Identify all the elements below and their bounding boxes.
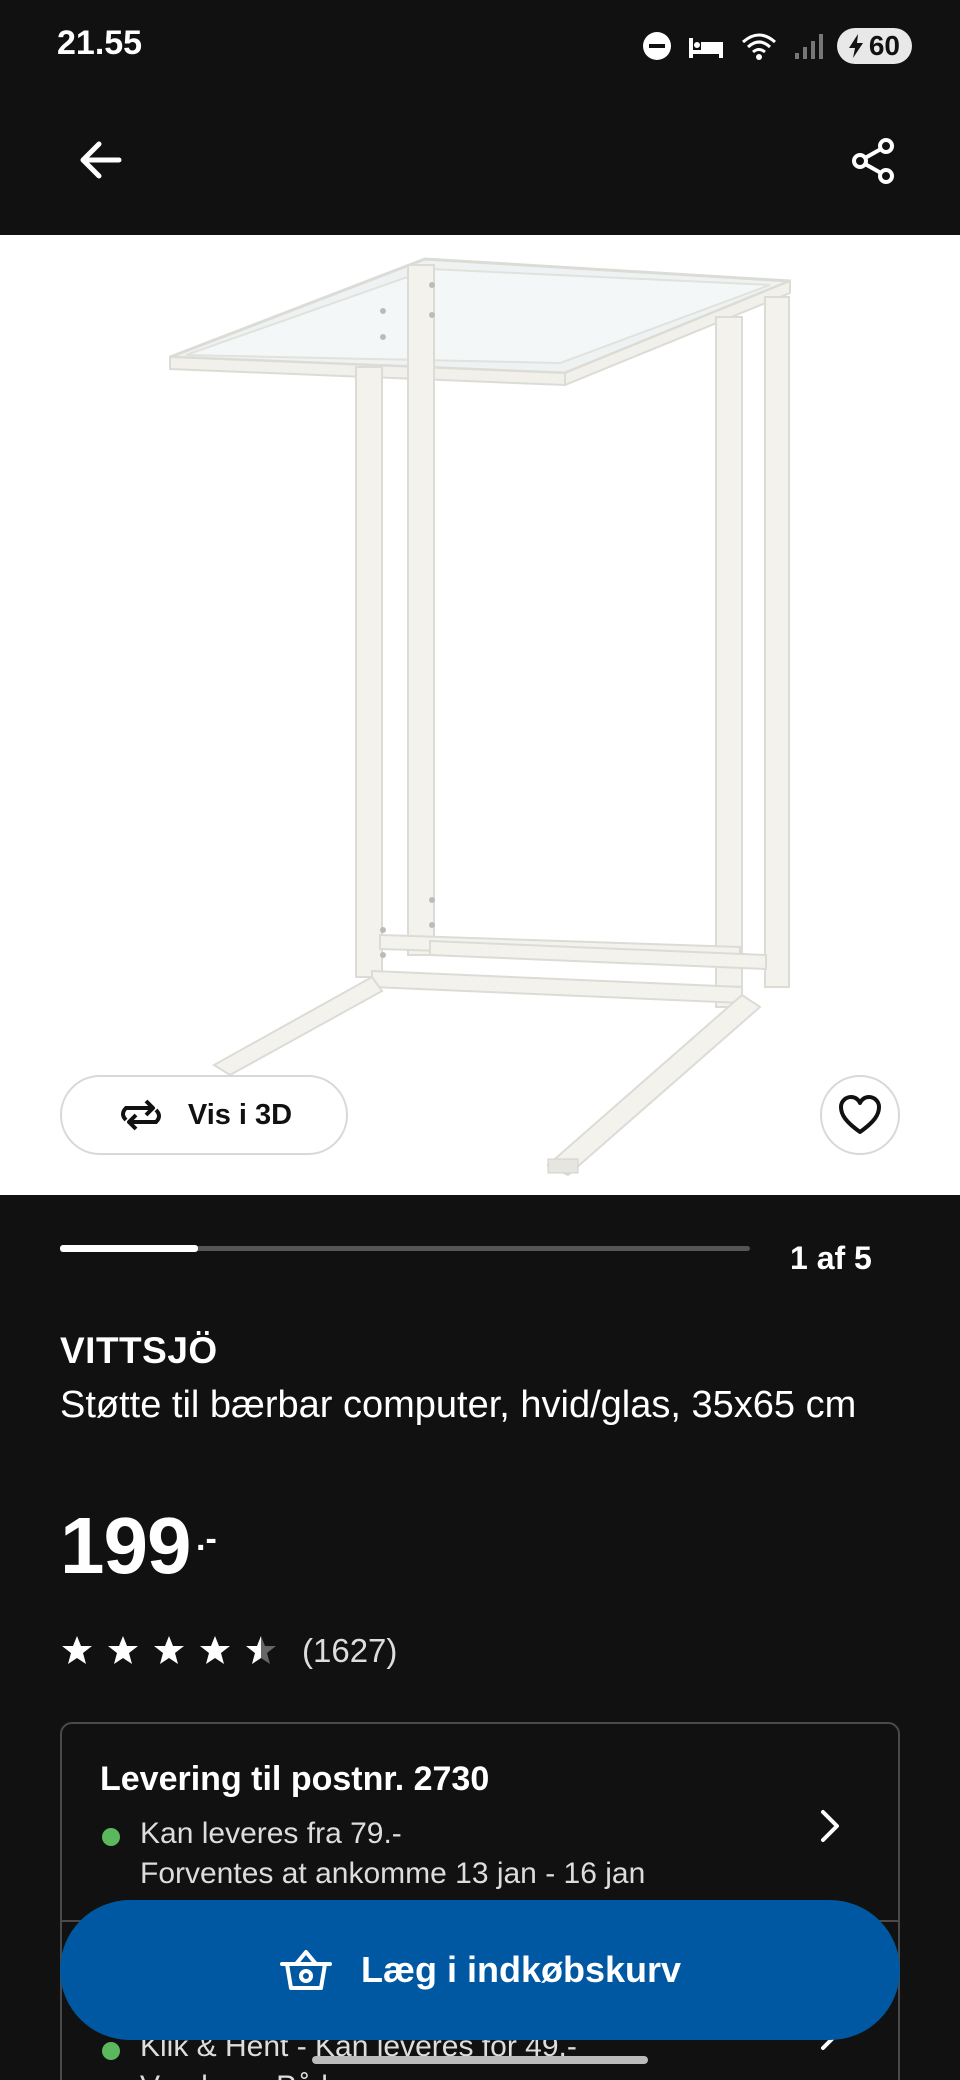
product-rating[interactable]: (1627) bbox=[60, 1632, 397, 1670]
sleep-icon bbox=[688, 38, 723, 58]
gallery-pager bbox=[60, 1245, 750, 1252]
battery-level: 60 bbox=[868, 30, 900, 61]
battery-charging-icon bbox=[848, 34, 863, 58]
share-icon bbox=[852, 138, 894, 184]
back-button[interactable] bbox=[68, 128, 132, 192]
store-stock-line: Varehus - På lager bbox=[140, 2070, 388, 2080]
chevron-right-icon bbox=[821, 1810, 839, 1842]
delivery-eta: Forventes at ankomme 13 jan - 16 jan bbox=[140, 1857, 646, 1890]
rotate-3d-icon bbox=[120, 1099, 161, 1131]
review-count: (1627) bbox=[302, 1632, 398, 1669]
delivery-title: Levering til postnr. 2730 bbox=[100, 1760, 490, 1798]
do-not-disturb-icon bbox=[642, 32, 671, 60]
app-bar bbox=[0, 90, 960, 235]
home-indicator[interactable] bbox=[312, 2056, 648, 2064]
product-price: 199 bbox=[60, 1501, 191, 1590]
product-name: VITTSJÖ bbox=[60, 1330, 218, 1371]
add-to-cart-label: Læg i indkøbskurv bbox=[360, 1949, 682, 1990]
star-icon bbox=[62, 1636, 92, 1664]
delivery-status-dot bbox=[102, 1828, 120, 1846]
gallery-pager-fill bbox=[60, 1245, 198, 1252]
star-icon bbox=[108, 1636, 138, 1664]
product-image bbox=[169, 257, 791, 1177]
product-image-gallery[interactable]: Vis i 3D bbox=[0, 235, 960, 1195]
wifi-icon bbox=[741, 33, 776, 60]
favorite-button[interactable] bbox=[820, 1075, 900, 1155]
gallery-pager-text: 1 af 5 bbox=[790, 1240, 872, 1276]
status-time: 21.55 bbox=[57, 24, 143, 62]
pickup-status-dot bbox=[102, 2042, 120, 2060]
delivery-price: Kan leveres fra 79.- bbox=[140, 1817, 402, 1850]
arrow-left-icon bbox=[80, 141, 122, 179]
price-suffix: .- bbox=[196, 1520, 217, 1558]
status-bar: 21.55 60 bbox=[0, 0, 960, 90]
view-3d-label: Vis i 3D bbox=[187, 1098, 293, 1131]
heart-icon bbox=[839, 1095, 881, 1134]
star-icon bbox=[154, 1636, 184, 1664]
signal-icon bbox=[794, 34, 823, 59]
battery-indicator: 60 bbox=[836, 28, 912, 64]
basket-icon bbox=[279, 1950, 332, 1990]
product-description: Støtte til bærbar computer, hvid/glas, 3… bbox=[60, 1384, 857, 1426]
star-icon bbox=[200, 1636, 230, 1664]
view-3d-button[interactable]: Vis i 3D bbox=[60, 1075, 348, 1155]
rating-stars bbox=[60, 1634, 278, 1668]
half-star-icon bbox=[246, 1636, 276, 1664]
add-to-cart-button[interactable]: Læg i indkøbskurv bbox=[60, 1900, 900, 2040]
share-button[interactable] bbox=[838, 126, 908, 196]
status-icons: 60 bbox=[641, 26, 912, 66]
